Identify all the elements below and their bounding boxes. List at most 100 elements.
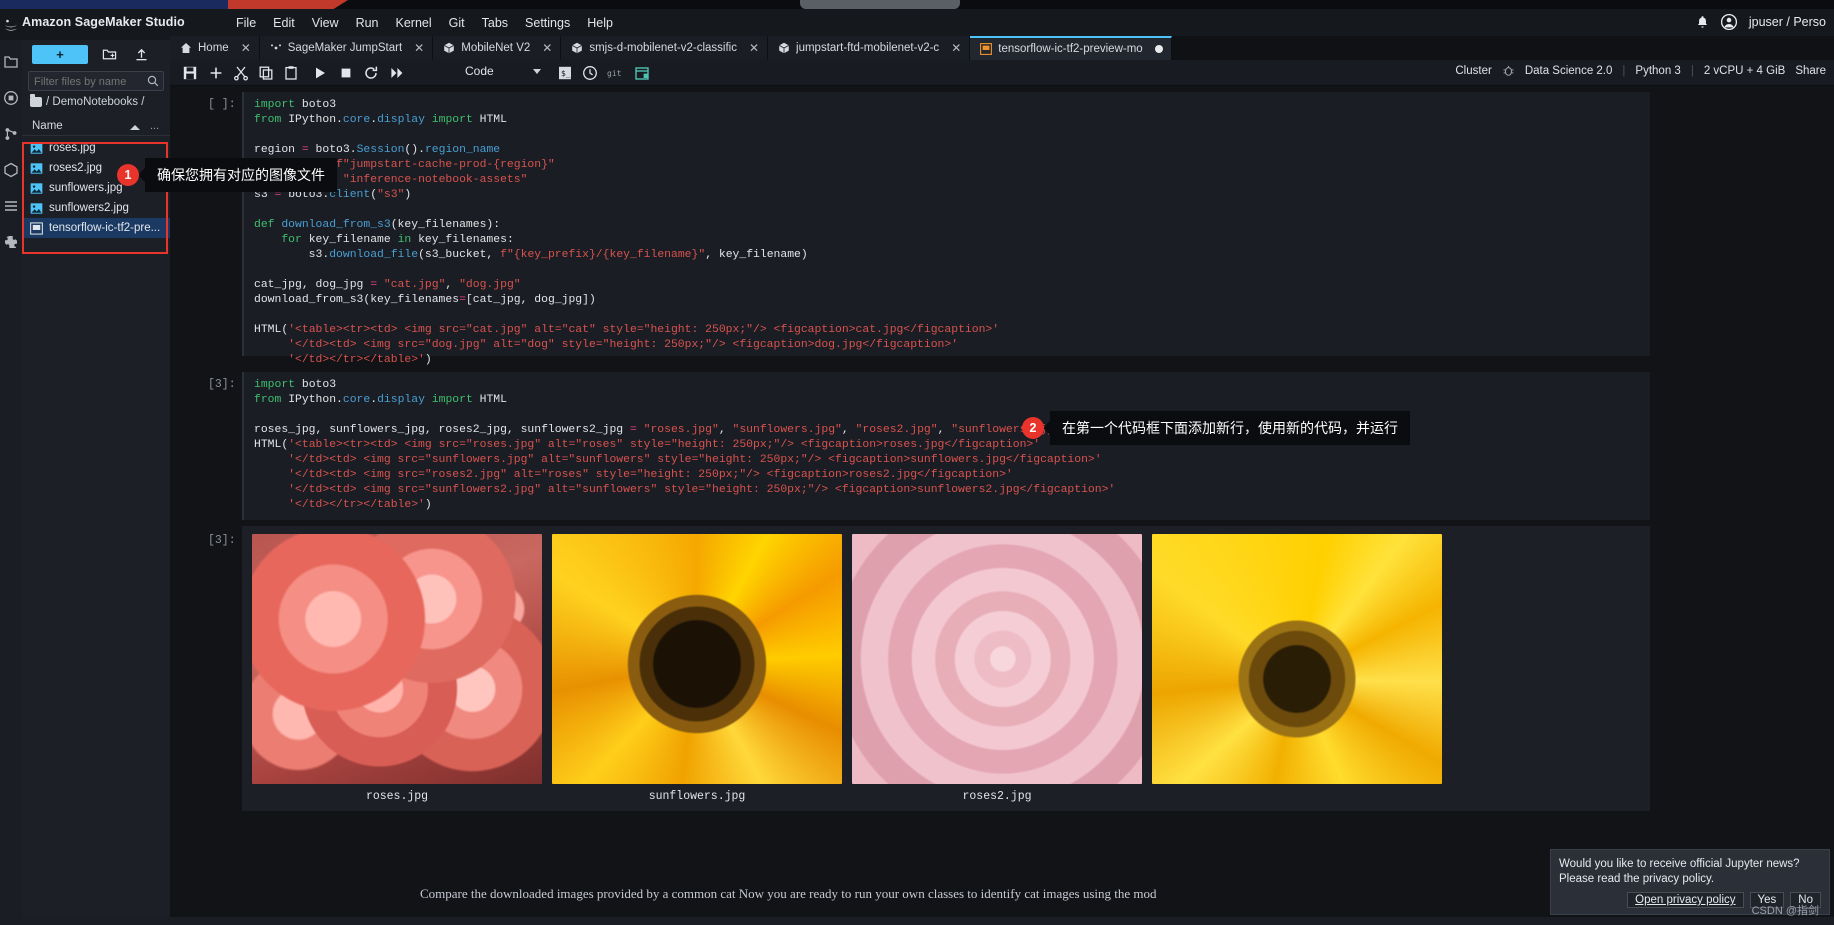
tab-home[interactable]: Home ✕ [170,36,260,60]
close-icon[interactable]: ✕ [749,41,759,55]
annotation-callout-1: 1 确保您拥有对应的图像文件 [117,158,337,192]
cluster-label[interactable]: Cluster [1455,65,1491,77]
status-bar [0,917,1834,925]
image-file-icon [30,162,43,174]
output-image-cell [1152,534,1442,803]
code-line: '</td></tr></table>') [254,499,432,511]
column-header-name[interactable]: Name [32,120,63,132]
paste-icon[interactable] [283,65,299,81]
run-icon[interactable] [312,65,328,81]
file-list-item[interactable]: roses.jpg [22,138,170,158]
package-icon [444,42,455,54]
jumpstart-icon[interactable] [3,162,19,178]
close-icon[interactable]: ✕ [951,41,961,55]
kernel-status-bar: Cluster Data Science 2.0 | Python 3 | 2 … [1455,64,1826,77]
tab-mobilenet-v2[interactable]: MobileNet V2 ✕ [433,36,562,60]
filter-files-input[interactable] [29,73,137,91]
image-file-icon [30,202,43,214]
code-line: cat_jpg, dog_jpg = "cat.jpg", "dog.jpg" [254,279,521,291]
stop-icon[interactable] [338,65,354,81]
sort-ascending-icon[interactable] [130,125,140,130]
file-name: sunflowers.jpg [49,182,123,194]
code-line: from IPython.core.display import HTML [254,114,507,126]
restart-run-all-icon[interactable] [389,65,405,81]
menu-tabs[interactable]: Tabs [482,16,508,30]
tab-label: smjs-d-mobilenet-v2-classific [589,42,737,54]
code-cell-input[interactable]: import boto3 from IPython.core.display im… [242,372,1650,520]
git-icon[interactable]: git [607,65,623,81]
cut-icon[interactable] [233,65,249,81]
cell-type-select[interactable]: Code [465,64,545,81]
annotation-text: 在第一个代码框下面添加新行，使用新的代码，并运行 [1043,411,1410,445]
calendar-icon[interactable] [634,65,650,81]
main-area: Home ✕ SageMaker JumpStart ✕ MobileNet V2 ✕ sm… [170,36,1834,925]
bug-icon[interactable] [1502,64,1515,77]
upload-icon[interactable] [134,47,149,62]
activity-bar [0,40,22,925]
svg-text:git: git [607,69,622,78]
tab-label: tensorflow-ic-tf2-preview-mo [998,43,1143,55]
file-list-item[interactable]: tensorflow-ic-tf2-pre... [22,218,170,238]
menu-items: File Edit View Run Kernel Git Tabs Setti… [236,16,613,30]
commands-icon[interactable] [3,198,19,214]
copy-icon[interactable] [258,65,274,81]
kernel-name-label[interactable]: Python 3 [1635,65,1680,77]
instance-type-label[interactable]: 2 vCPU + 4 GiB [1704,65,1786,77]
annotation-badge: 2 [1022,417,1044,439]
annotation-badge: 1 [117,164,139,186]
jumpstart-icon [270,44,281,50]
output-image [1152,534,1442,784]
kernel-image-label[interactable]: Data Science 2.0 [1525,65,1613,77]
user-account-label[interactable]: jpuser / Perso [1749,15,1826,29]
share-button[interactable]: Share [1795,65,1826,77]
insert-cell-icon[interactable] [208,65,224,81]
menu-edit[interactable]: Edit [273,16,295,30]
open-privacy-policy-button[interactable]: Open privacy policy [1627,892,1744,908]
git-icon[interactable] [3,126,19,142]
clock-icon[interactable] [582,65,598,81]
menu-view[interactable]: View [312,16,339,30]
tab-tensorflow-ic-tf2-preview-mo[interactable]: tensorflow-ic-tf2-preview-mo [970,36,1172,60]
code-line: '</td><td> <img src="sunflowers2.jpg" al… [254,484,1116,496]
breadcrumb[interactable]: / DemoNotebooks / [30,94,144,108]
svg-text:$_: $_ [561,69,571,78]
menu-help[interactable]: Help [587,16,613,30]
new-launcher-button[interactable]: + [32,45,88,64]
status-divider: | [1690,64,1694,77]
menu-run[interactable]: Run [356,16,379,30]
menu-file[interactable]: File [236,16,256,30]
menu-settings[interactable]: Settings [525,16,570,30]
close-icon[interactable]: ✕ [241,41,251,55]
avatar-icon[interactable] [1720,14,1737,30]
breadcrumb-path[interactable]: / DemoNotebooks / [46,96,144,108]
tab-smjs-d-mobilenet-v2-classific[interactable]: smjs-d-mobilenet-v2-classific ✕ [561,36,769,60]
notebook-canvas[interactable]: [ ]: import boto3 from IPython.core.displ… [170,86,1834,925]
terminal-icon[interactable]: $_ [557,65,573,81]
close-icon[interactable]: ✕ [542,41,552,55]
code-line: '</td><td> <img src="dog.jpg" alt="dog" … [254,339,959,351]
tab-jumpstart-ftd-mobilenet-v2-c[interactable]: jumpstart-ftd-mobilenet-v2-c ✕ [768,36,971,60]
code-cell-input[interactable]: import boto3 from IPython.core.display im… [242,92,1650,366]
search-icon[interactable] [147,75,159,87]
close-icon[interactable]: ✕ [414,41,424,55]
menu-kernel[interactable]: Kernel [396,16,432,30]
running-terminals-icon[interactable] [3,90,19,106]
file-list-item[interactable]: sunflowers2.jpg [22,198,170,218]
save-icon[interactable] [182,65,198,81]
file-browser-icon[interactable] [3,54,19,70]
code-line: '</td></tr></table>') [254,354,432,366]
file-list-overflow[interactable]: ... [150,120,159,132]
menu-git[interactable]: Git [449,16,465,30]
new-folder-icon[interactable] [102,47,117,62]
tab-sagemaker-jumpstart[interactable]: SageMaker JumpStart ✕ [259,36,434,60]
bell-icon[interactable] [1696,15,1709,30]
cell-prompt: [ ]: [208,98,236,111]
restart-icon[interactable] [363,65,379,81]
chevron-down-icon [533,69,541,74]
code-line: import boto3 [254,99,337,111]
cell-output-area: roses.jpg sunflowers.jpg roses2.jpg [242,526,1650,811]
file-filter-box[interactable] [28,71,164,91]
extensions-icon[interactable] [3,234,19,250]
code-line: HTML('<table><tr><td> <img src="roses.jp… [254,439,1041,451]
